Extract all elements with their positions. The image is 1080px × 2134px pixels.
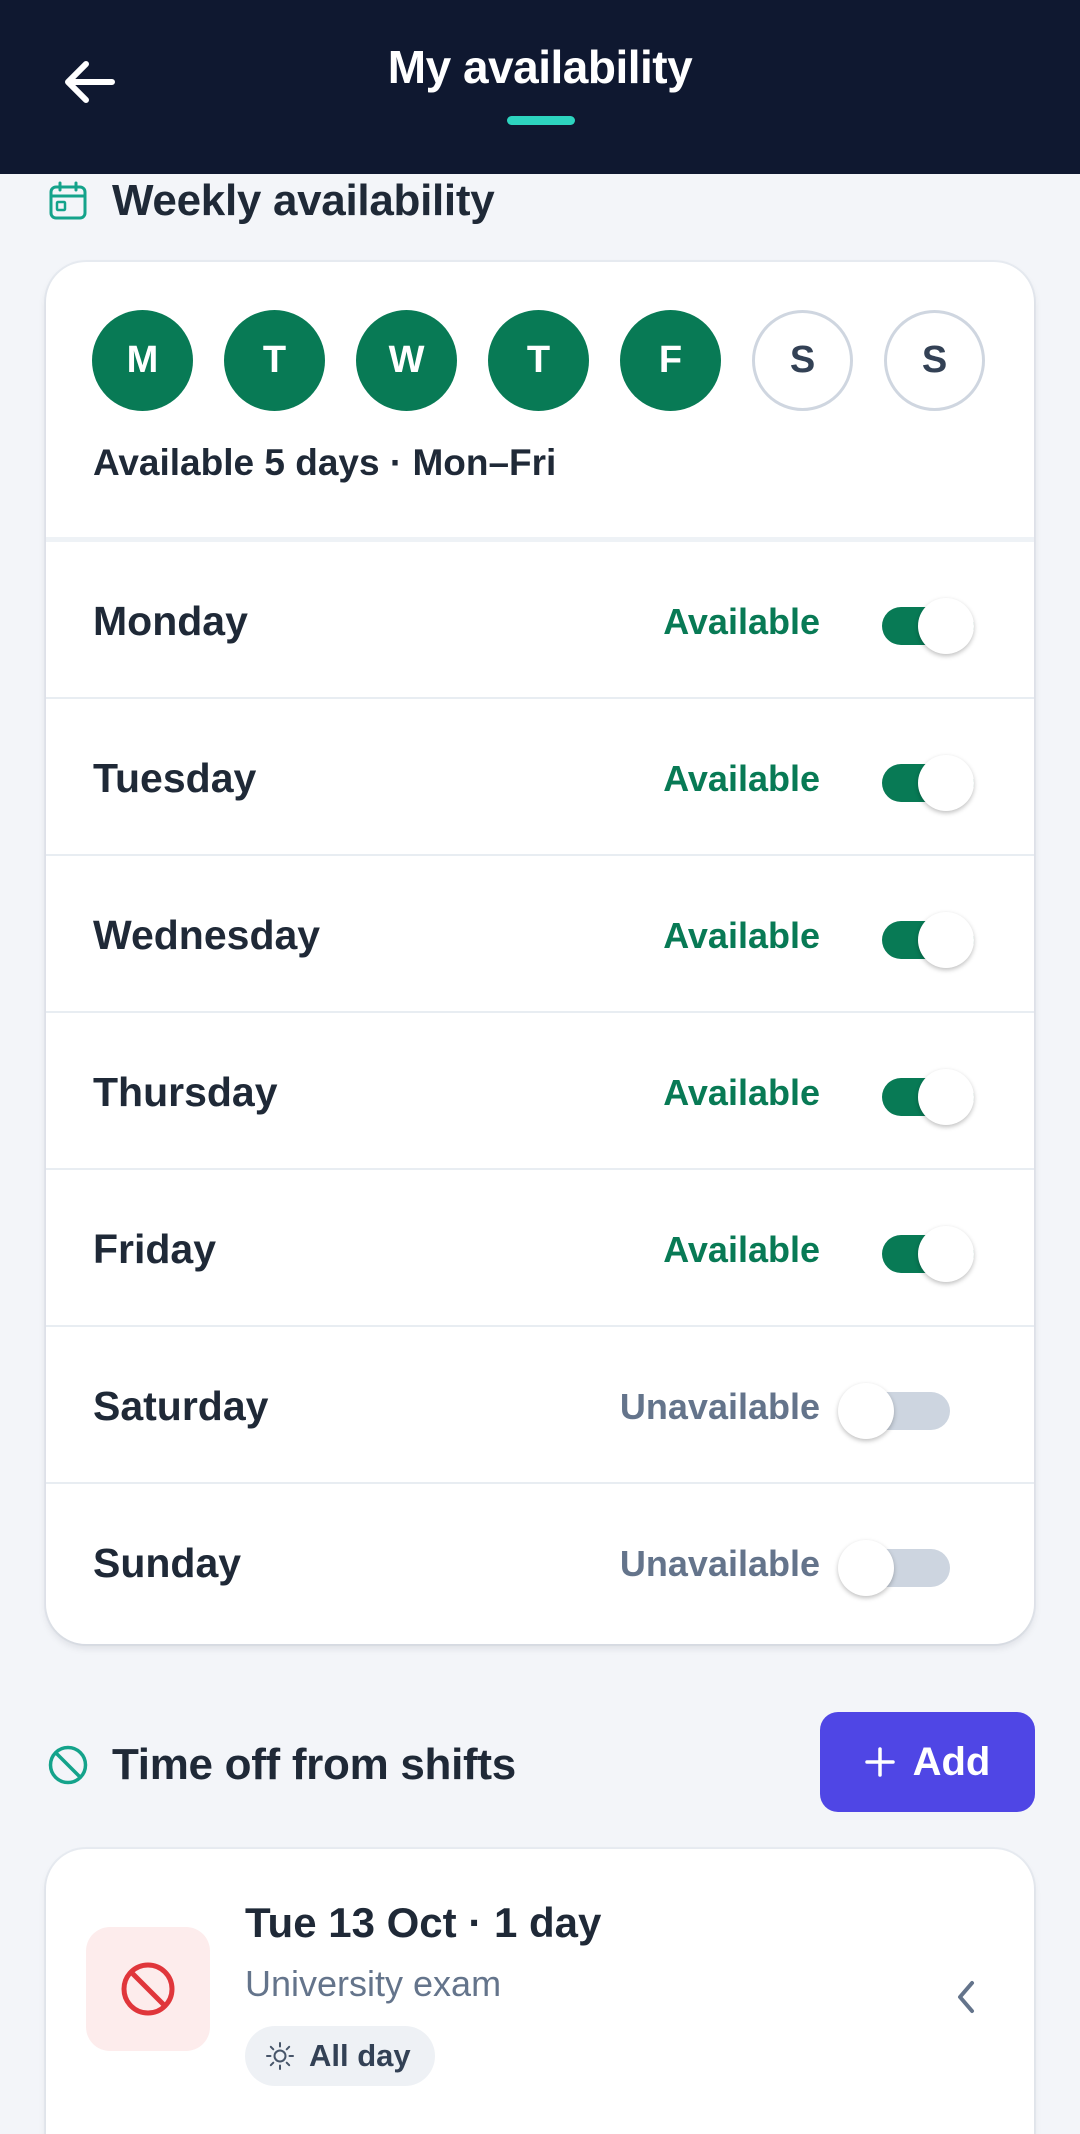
day-circles: M T W T F S S	[92, 310, 985, 411]
calendar-icon	[46, 179, 90, 223]
day-name: Monday	[93, 598, 248, 644]
day-name: Tuesday	[93, 755, 257, 801]
day-row-sunday: Sunday Unavailable	[46, 1484, 1034, 1641]
time-off-title: Tue 13 Oct · 1 day	[245, 1899, 602, 1946]
availability-status: Available	[663, 1229, 820, 1270]
day-name: Saturday	[93, 1383, 269, 1429]
availability-toggle[interactable]	[878, 594, 978, 654]
day-row-tuesday: Tuesday Available	[46, 699, 1034, 856]
day-name: Wednesday	[93, 912, 321, 958]
section-title: Time off from shifts	[112, 1740, 516, 1789]
chip-label: All day	[309, 2038, 411, 2073]
title-underline	[507, 116, 575, 125]
day-circle-thursday[interactable]: T	[488, 310, 589, 411]
availability-toggle[interactable]	[878, 751, 978, 811]
weekly-availability-heading: Weekly availability	[46, 176, 495, 226]
plus-icon	[864, 1747, 895, 1777]
day-row-thursday: Thursday Available	[46, 1013, 1034, 1170]
day-row-saturday: Saturday Unavailable	[46, 1327, 1034, 1484]
availability-status: Unavailable	[619, 1543, 820, 1584]
day-rows: Monday Available Tuesday Available Wedne…	[46, 542, 1034, 1641]
availability-status: Available	[663, 915, 820, 956]
availability-status: Available	[663, 601, 820, 642]
availability-toggle[interactable]	[878, 908, 978, 968]
weekly-availability-card: M T W T F S S Available 5 days · Mon–Fri…	[46, 262, 1034, 1644]
availability-toggle[interactable]	[878, 1065, 978, 1125]
day-circle-tuesday[interactable]: T	[224, 310, 325, 411]
day-circle-monday[interactable]: M	[92, 310, 193, 411]
availability-status: Available	[663, 758, 820, 799]
sun-icon	[266, 2042, 294, 2070]
day-name: Sunday	[93, 1540, 242, 1586]
page-title: My availability	[387, 41, 693, 93]
section-title: Weekly availability	[112, 176, 495, 225]
day-circle-saturday[interactable]: S	[752, 310, 853, 411]
day-name: Thursday	[93, 1069, 278, 1115]
time-off-card[interactable]: Tue 13 Oct · 1 day University exam All d…	[46, 1849, 1034, 2134]
availability-summary: Available 5 days · Mon–Fri	[93, 442, 557, 483]
day-circle-sunday[interactable]: S	[884, 310, 985, 411]
time-off-heading: Time off from shifts	[46, 1740, 516, 1790]
day-circle-wednesday[interactable]: W	[356, 310, 457, 411]
add-time-off-button[interactable]: Add	[820, 1712, 1035, 1812]
day-row-friday: Friday Available	[46, 1170, 1034, 1327]
time-off-reason: University exam	[245, 1963, 502, 2004]
availability-toggle[interactable]	[838, 1379, 978, 1439]
availability-toggle[interactable]	[878, 1222, 978, 1282]
day-name: Friday	[93, 1226, 217, 1272]
day-row-monday: Monday Available	[46, 542, 1034, 699]
chevron-left-icon[interactable]	[946, 1977, 986, 2017]
block-icon	[86, 1927, 210, 2051]
add-button-label: Add	[912, 1739, 991, 1784]
day-row-wednesday: Wednesday Available	[46, 856, 1034, 1013]
prohibited-icon	[46, 1743, 90, 1787]
all-day-chip: All day	[245, 2026, 435, 2086]
availability-toggle[interactable]	[838, 1536, 978, 1596]
day-circle-friday[interactable]: F	[620, 310, 721, 411]
availability-status: Unavailable	[619, 1386, 820, 1427]
availability-status: Available	[663, 1072, 820, 1113]
app-header: My availability	[0, 0, 1080, 174]
